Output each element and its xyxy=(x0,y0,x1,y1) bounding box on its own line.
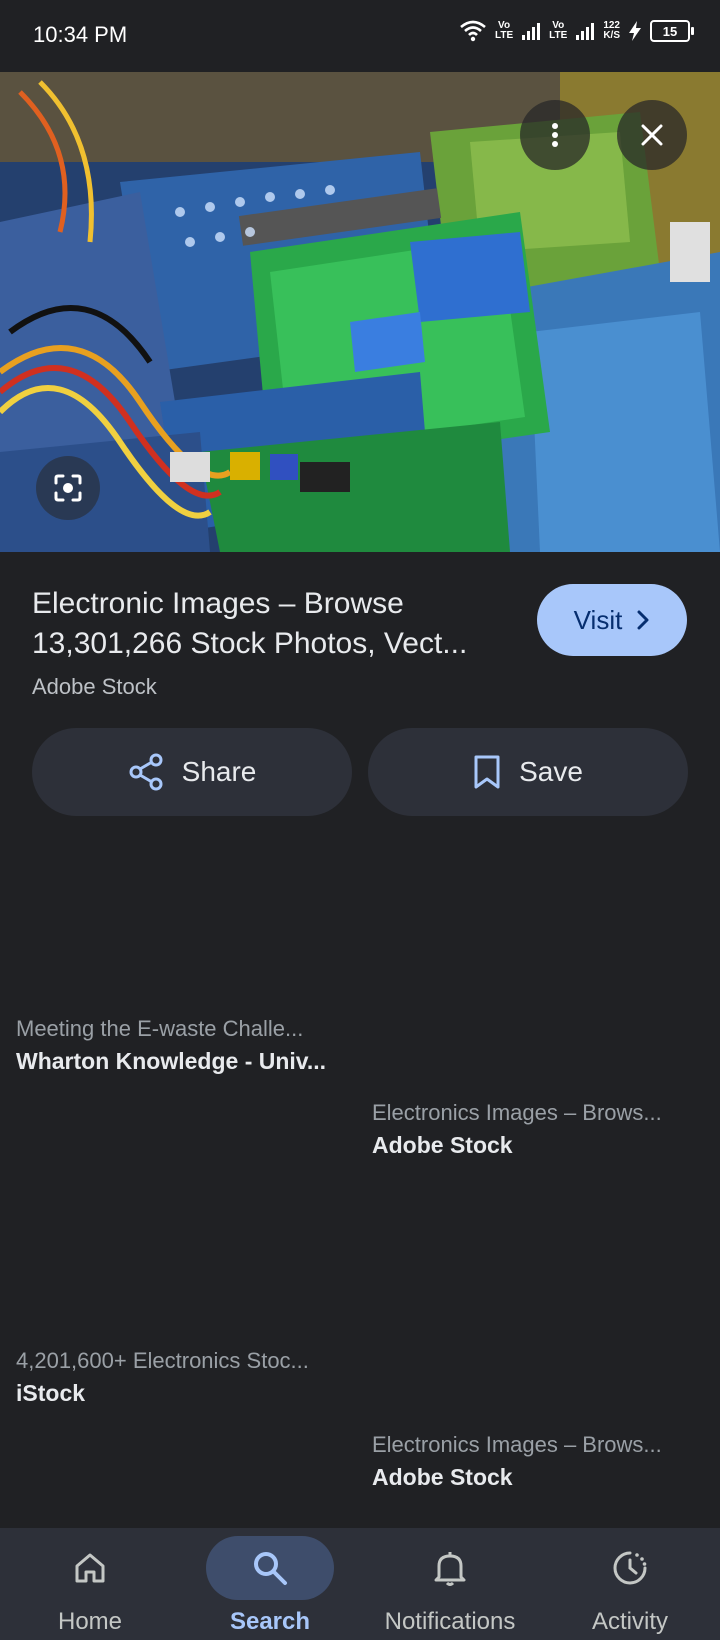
image-title[interactable]: Electronic Images – Browse 13,301,266 St… xyxy=(32,584,502,664)
nav-home-label: Home xyxy=(57,1608,123,1635)
nav-notifications-label: Notifications xyxy=(384,1608,516,1635)
close-icon xyxy=(641,124,663,146)
volte-indicator-1: Vo LTE xyxy=(495,20,514,41)
nav-search-label: Search xyxy=(229,1608,311,1635)
battery-indicator: 15 xyxy=(650,20,694,42)
visit-label: Visit xyxy=(573,604,623,635)
bell-icon xyxy=(434,1552,466,1586)
signal-icon-1 xyxy=(522,23,541,40)
nav-activity[interactable]: Activity xyxy=(540,1528,720,1640)
google-lens-button[interactable] xyxy=(36,456,100,520)
chevron-right-icon xyxy=(637,610,649,630)
search-icon xyxy=(254,1552,287,1585)
share-label: Share xyxy=(181,756,257,787)
network-speed: 122 K/S xyxy=(603,20,620,41)
result-title: Electronics Images – Brows... xyxy=(372,1432,662,1457)
bottom-navigation: Home Search Notifications Activity xyxy=(0,1528,720,1640)
related-result-3[interactable]: 4,201,600+ Electronics Stoc... iStock xyxy=(16,1346,341,1410)
nav-notifications[interactable]: Notifications xyxy=(360,1528,540,1640)
charging-icon xyxy=(629,21,641,41)
result-source: iStock xyxy=(16,1380,86,1406)
signal-icon-2 xyxy=(576,23,595,40)
result-title: Meeting the E-waste Challe... xyxy=(16,1016,304,1041)
more-options-button[interactable] xyxy=(520,100,590,170)
nav-home[interactable]: Home xyxy=(0,1528,180,1640)
status-bar: 10:34 PM Vo LTE Vo LTE 122 K/S 15 xyxy=(0,0,720,72)
result-source: Adobe Stock xyxy=(372,1464,513,1490)
google-lens-icon xyxy=(54,474,82,502)
nav-activity-pill xyxy=(566,1536,694,1600)
nav-search[interactable]: Search xyxy=(180,1528,360,1640)
nav-notifications-pill xyxy=(386,1536,514,1600)
circuit-boards-photo xyxy=(0,72,720,552)
image-source: Adobe Stock xyxy=(32,674,157,699)
result-title: 4,201,600+ Electronics Stoc... xyxy=(16,1348,309,1373)
bookmark-icon xyxy=(474,755,500,789)
wifi-icon xyxy=(460,20,486,42)
nav-home-pill xyxy=(26,1536,154,1600)
related-result-1[interactable]: Meeting the E-waste Challe... Wharton Kn… xyxy=(16,1014,341,1078)
nav-activity-label: Activity xyxy=(591,1608,668,1635)
image-preview[interactable] xyxy=(0,72,720,552)
status-time: 10:34 PM xyxy=(33,22,128,47)
activity-icon xyxy=(613,1551,647,1585)
volte-indicator-2: Vo LTE xyxy=(549,20,568,41)
result-title: Electronics Images – Brows... xyxy=(372,1100,662,1125)
share-icon xyxy=(129,753,163,791)
home-icon xyxy=(75,1553,105,1583)
related-result-2[interactable]: Electronics Images – Brows... Adobe Stoc… xyxy=(372,1098,697,1162)
nav-search-pill xyxy=(206,1536,334,1600)
related-result-4[interactable]: Electronics Images – Brows... Adobe Stoc… xyxy=(372,1430,697,1494)
status-icons: Vo LTE Vo LTE 122 K/S 15 xyxy=(459,20,694,42)
save-button[interactable]: Save xyxy=(368,728,688,816)
visit-button[interactable]: Visit xyxy=(537,584,687,656)
share-button[interactable]: Share xyxy=(32,728,352,816)
image-title-line-1: Electronic Images – Browse xyxy=(32,587,404,620)
save-label: Save xyxy=(519,756,583,787)
image-title-line-2: 13,301,266 Stock Photos, Vect... xyxy=(32,627,468,660)
more-vert-icon xyxy=(552,123,558,147)
result-source: Wharton Knowledge - Univ... xyxy=(16,1048,327,1074)
result-source: Adobe Stock xyxy=(372,1132,513,1158)
close-button[interactable] xyxy=(617,100,687,170)
